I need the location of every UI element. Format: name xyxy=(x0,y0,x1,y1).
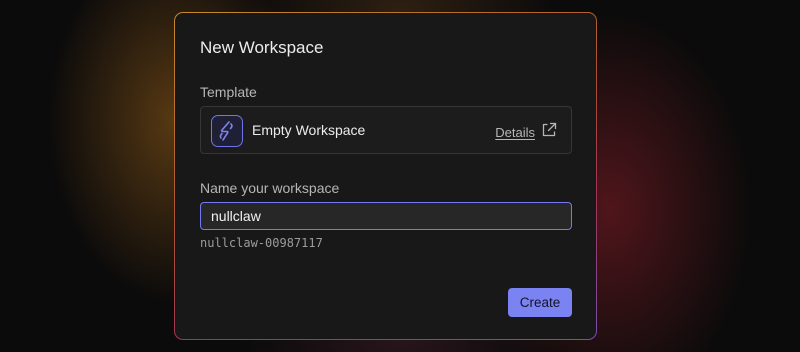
details-link[interactable]: Details xyxy=(495,122,557,143)
dialog-frame: New Workspace Template Empty Workspace D… xyxy=(174,12,597,340)
external-link-icon xyxy=(541,122,557,143)
create-button[interactable]: Create xyxy=(508,288,572,317)
template-card[interactable]: Empty Workspace Details xyxy=(200,106,572,154)
workspace-slug: nullclaw-00987117 xyxy=(200,236,323,250)
workspace-logo-icon xyxy=(211,115,243,147)
details-link-label: Details xyxy=(495,125,535,140)
workspace-name-label: Name your workspace xyxy=(200,180,340,196)
workspace-name-input[interactable] xyxy=(200,202,572,230)
dialog-title: New Workspace xyxy=(200,38,324,57)
template-section-label: Template xyxy=(200,84,257,100)
template-name: Empty Workspace xyxy=(252,122,366,138)
new-workspace-dialog: New Workspace Template Empty Workspace D… xyxy=(175,13,596,339)
